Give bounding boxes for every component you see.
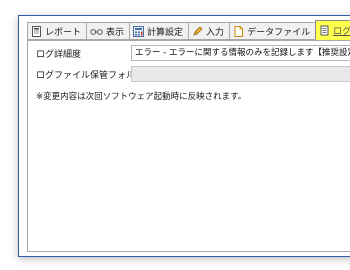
tab-strip: レポート 表示 計算設定 入力 データファイル ログ (27, 20, 350, 41)
data-file-icon (233, 25, 244, 37)
tab-data-file[interactable]: データファイル (229, 22, 317, 40)
log-file-icon (319, 25, 330, 36)
log-level-select[interactable]: エラー - エラーに関する情報のみを記録します【推奨設定】 (131, 45, 350, 61)
screenshot-canvas: レポート 表示 計算設定 入力 データファイル ログ ログ詳細度 エラー - エ… (0, 0, 350, 270)
log-settings-panel: ログ詳細度 エラー - エラーに関する情報のみを記録します【推奨設定】 ログファ… (27, 40, 350, 252)
tab-log-file[interactable]: ログファ (315, 20, 350, 40)
tab-log-file-label: ログファ (333, 26, 350, 37)
tab-input[interactable]: 入力 (188, 22, 231, 40)
settings-window: レポート 表示 計算設定 入力 データファイル ログ ログ詳細度 エラー - エ… (18, 15, 350, 257)
report-icon (31, 25, 42, 37)
log-folder-field[interactable] (131, 66, 350, 82)
calculator-icon (133, 25, 145, 37)
tab-display-label: 表示 (106, 27, 125, 38)
pencil-icon (192, 26, 203, 37)
tab-calc-settings[interactable]: 計算設定 (129, 22, 190, 40)
log-level-label: ログ詳細度 (36, 50, 82, 60)
tab-calc-settings-label: 計算設定 (147, 27, 184, 38)
restart-note: ※変更内容は次回ソフトウェア起動時に反映されます。 (36, 92, 247, 102)
log-folder-label: ログファイル保管フォルダ (36, 71, 145, 81)
tab-report-label: レポート (45, 27, 82, 38)
glasses-icon (90, 26, 103, 37)
tab-report[interactable]: レポート (27, 22, 88, 40)
tab-input-label: 入力 (206, 27, 225, 38)
tab-display[interactable]: 表示 (86, 22, 131, 40)
tab-data-file-label: データファイル (247, 27, 311, 38)
